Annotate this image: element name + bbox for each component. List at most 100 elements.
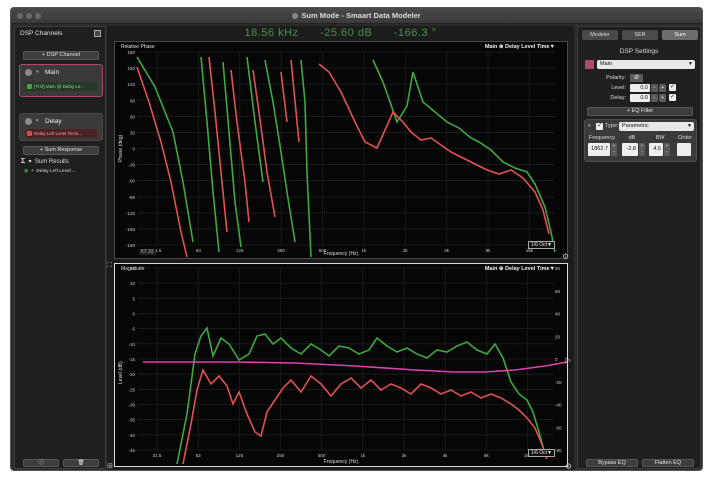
eq-filter-card: ▾ ✓ Type: Parametric ▼ Frequency dB BW Or… xyxy=(584,119,697,162)
flatten-eq-button[interactable]: Flatten EQ xyxy=(642,459,694,467)
add-dsp-channel-button[interactable]: + DSP Channel xyxy=(23,51,99,60)
chevron-down-icon: ▼ xyxy=(687,123,692,129)
eq-enable-checkbox[interactable]: ✓ xyxy=(596,123,603,130)
visibility-icon[interactable] xyxy=(25,69,32,76)
panel-options-icon[interactable] xyxy=(94,30,101,37)
main-magnitude-trace xyxy=(176,326,546,465)
tab-ser[interactable]: SER xyxy=(622,30,658,40)
y-tick-label: -20 xyxy=(128,372,135,377)
gear-icon[interactable]: ⚙ xyxy=(565,462,572,470)
delay-input[interactable]: 0.0 xyxy=(630,94,650,102)
magnitude-octave-dropdown[interactable]: 1/6 Oct▼ xyxy=(527,449,555,457)
y-tick-label: 120 xyxy=(127,82,135,87)
y-tick-label: -35 xyxy=(128,418,135,423)
delay-increment-button[interactable]: + xyxy=(659,94,666,102)
sum-result-item[interactable]: ◉ + Delay Left Level ... xyxy=(24,169,76,174)
magnitude-legend-dropdown[interactable]: Main ⊕ Delay Level Time▼ xyxy=(485,266,555,272)
eq-db-stepper[interactable]: + - xyxy=(639,143,645,156)
level-checkbox[interactable]: ✓ xyxy=(669,84,676,91)
y-tick-label: -150 xyxy=(126,227,136,232)
window-title: Sum Mode - Smaart Data Modeler xyxy=(11,11,702,20)
y-tick-label: 5 xyxy=(132,296,135,301)
y-tick-label: -5 xyxy=(131,327,135,332)
eq-bw-stepper[interactable]: + - xyxy=(664,143,670,156)
add-plot-icon[interactable]: ⊞ xyxy=(107,462,113,470)
cursor-readout: 18.56 kHz -25.60 dB -166.3 ° xyxy=(107,27,574,41)
y-tick-label: 10 xyxy=(130,281,136,286)
chevron-down-icon[interactable]: ▾ xyxy=(36,118,39,124)
add-eq-filter-button[interactable]: + EQ Filter xyxy=(587,107,693,116)
y2-tick-label: 0 xyxy=(555,357,558,362)
y-tick-label: 90 xyxy=(130,98,136,103)
y2-tick-label: 80 xyxy=(555,266,561,271)
app-icon xyxy=(292,13,299,19)
level-input[interactable]: 0.0 xyxy=(630,84,650,92)
tab-sum[interactable]: Sum xyxy=(662,30,698,40)
eye-icon[interactable]: ◉ xyxy=(24,169,28,174)
expand-icon[interactable]: ⛶ xyxy=(107,262,112,270)
delay-checkbox[interactable]: ✓ xyxy=(669,94,676,101)
eq-curve xyxy=(143,361,567,373)
phase-octave-dropdown[interactable]: 1/6 Oct▼ xyxy=(527,241,555,249)
add-sum-response-button[interactable]: + Sum Response xyxy=(23,146,99,155)
y-tick-label: 150 xyxy=(127,66,135,71)
x-tick-label: 8k xyxy=(484,453,490,458)
y-tick-label: -180 xyxy=(126,243,136,248)
eq-header-db: dB xyxy=(628,135,636,141)
eq-bw-input[interactable]: 4.5 xyxy=(649,143,663,156)
chevron-down-icon[interactable]: ▾ xyxy=(588,123,591,129)
gear-icon[interactable]: ⚙ xyxy=(562,252,569,261)
chevron-down-icon[interactable]: ▾ xyxy=(36,69,39,75)
readout-level: -25.60 dB xyxy=(320,27,373,39)
eq-db-input[interactable]: -2.8 xyxy=(622,143,638,156)
eq-type-select[interactable]: Parametric ▼ xyxy=(619,122,694,131)
polarity-button[interactable]: Ø xyxy=(630,74,643,82)
bypass-eq-button[interactable]: Bypass EQ xyxy=(586,459,638,467)
magnitude-plot[interactable]: 15 10 5 0 -5 -10 -15 -20 -25 -30 -35 -40 -45 80 60 40 20… xyxy=(114,263,571,467)
visibility-icon[interactable] xyxy=(25,118,32,125)
trace-color-swatch xyxy=(27,84,32,89)
trash-button[interactable]: 🗑 xyxy=(63,459,99,467)
channel-card-delay[interactable]: ▾ Delay Delay Left Level Timin... xyxy=(19,113,103,141)
info-button[interactable]: ⓘ xyxy=(23,459,59,467)
y2-tick-label: -40 xyxy=(555,403,562,408)
y-tick-label: -90 xyxy=(128,195,135,200)
phase-plot[interactable]: 180 150 120 90 60 30 0 -30 -60 -90 -120 -150 -180 31.… xyxy=(114,41,569,261)
channel-source[interactable]: Delay Left Level Timin... xyxy=(25,129,97,138)
phase-ylabel: Phase (deg) xyxy=(118,134,124,162)
channel-name: Delay xyxy=(45,118,62,125)
readout-phase: -166.3 ° xyxy=(393,27,437,39)
eq-frequency-input[interactable]: 1862.7 xyxy=(588,143,610,156)
dsp-channels-panel: DSP Channels + DSP Channel ▾ Main (Trsf)… xyxy=(14,26,106,469)
phase-legend-dropdown[interactable]: Main ⊕ Delay Level Time▼ xyxy=(485,44,555,50)
y-tick-label: -45 xyxy=(128,448,135,453)
magnitude-plot-label: Magnitude xyxy=(121,266,145,272)
channel-color-swatch[interactable] xyxy=(585,60,594,69)
eq-handle-icon[interactable]: ▷ xyxy=(566,356,571,364)
y-tick-label: -40 xyxy=(128,433,135,438)
readout-frequency: 18.56 kHz xyxy=(244,27,299,39)
phase-xlabel: Frequency (Hz) xyxy=(323,251,359,257)
y-tick-label: -10 xyxy=(128,342,135,347)
polarity-label: Polarity: xyxy=(606,75,626,81)
eq-order-input[interactable] xyxy=(677,143,691,156)
y-tick-label: 0 xyxy=(132,147,135,152)
y2-tick-label: 40 xyxy=(555,312,561,317)
channel-select[interactable]: Main ▼ xyxy=(597,60,695,69)
phase-plot-label: Relative Phase xyxy=(121,44,155,50)
channel-card-main[interactable]: ▾ Main (Trsf) Main @ Delay Le... xyxy=(19,64,103,97)
eq-frequency-stepper[interactable]: + - xyxy=(611,143,617,156)
dsp-settings-panel: Modeler SER Sum DSP Settings Main ▼ Polar… xyxy=(577,26,701,469)
settings-title: DSP Settings xyxy=(619,48,659,55)
delay-decrement-button[interactable]: - xyxy=(651,94,658,102)
sum-results-row[interactable]: Σ ▾ Sum Results xyxy=(21,158,69,165)
channel-source[interactable]: (Trsf) Main @ Delay Le... xyxy=(25,82,97,91)
channel-select-value: Main xyxy=(600,61,612,67)
y2-tick-label: 60 xyxy=(555,289,561,294)
tab-modeler[interactable]: Modeler xyxy=(582,30,618,40)
phase-chart: 1801501209060300-30-60-90-120-150-18031.… xyxy=(126,50,556,258)
level-increment-button[interactable]: + xyxy=(659,84,666,92)
x-tick-label: 2k xyxy=(402,453,408,458)
channel-header: ▾ Delay xyxy=(23,117,99,126)
level-decrement-button[interactable]: - xyxy=(651,84,658,92)
